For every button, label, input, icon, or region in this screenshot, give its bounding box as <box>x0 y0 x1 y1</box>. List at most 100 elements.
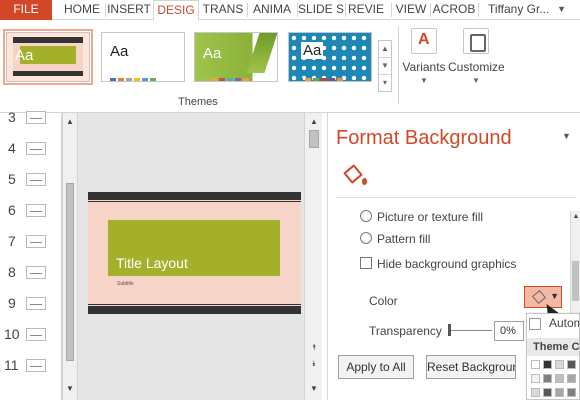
slide-number: 4 <box>8 140 16 156</box>
paint-bucket-icon <box>531 289 547 305</box>
tab-separator <box>430 3 431 17</box>
slide-thumbnail[interactable]: 9 <box>4 293 62 313</box>
thumbnails-scrollbar[interactable]: ▲ ▼ <box>62 113 78 400</box>
color-swatch[interactable] <box>543 388 552 397</box>
slide-top-bar <box>88 192 301 200</box>
slide-thumbnail[interactable]: 6 <box>4 200 62 220</box>
customize-icon <box>463 28 489 54</box>
automatic-color-option[interactable]: Autom <box>549 316 579 330</box>
transparency-label: Transparency <box>369 324 442 338</box>
transparency-input[interactable]: 0% <box>494 321 524 341</box>
slide-mini-preview <box>26 204 46 217</box>
theme-sample-text: Aa <box>203 45 222 62</box>
scroll-up-icon[interactable]: ▲ <box>307 115 321 129</box>
slide-subtitle: Subtitle <box>117 281 134 287</box>
automatic-color-swatch[interactable] <box>529 318 541 330</box>
scrollbar-thumb[interactable] <box>572 261 579 301</box>
color-swatch[interactable] <box>567 388 576 397</box>
scroll-down-icon[interactable]: ▼ <box>307 382 321 396</box>
current-slide[interactable]: Title Layout Subtitle <box>88 192 301 314</box>
user-account[interactable]: Tiffany Gr... ▼ <box>480 0 580 20</box>
pattern-fill-radio[interactable] <box>360 232 372 244</box>
color-swatch[interactable] <box>531 388 540 397</box>
tab-design[interactable]: DESIG <box>153 0 199 21</box>
tab-view[interactable]: VIEW <box>394 0 428 20</box>
tab-review[interactable]: REVIE <box>346 0 386 20</box>
color-swatch[interactable] <box>555 360 564 369</box>
theme-colors-header: Theme C <box>527 338 579 356</box>
color-swatch[interactable] <box>555 374 564 383</box>
hide-background-graphics-label[interactable]: Hide background graphics <box>377 257 516 271</box>
variants-button[interactable]: Variants ▼ <box>396 26 452 92</box>
slide-number: 8 <box>8 264 16 280</box>
slide-thumbnail[interactable]: 10 <box>4 324 62 344</box>
theme-thumbnail-3[interactable]: Aa <box>194 32 278 82</box>
tab-separator <box>391 3 392 17</box>
picture-fill-radio[interactable] <box>360 210 372 222</box>
slide-bottom-bar <box>88 306 301 314</box>
hide-background-graphics-checkbox[interactable] <box>360 257 372 269</box>
fill-icon[interactable] <box>342 163 368 189</box>
theme-color-swatches <box>297 72 345 81</box>
chevron-down-icon: ▼ <box>550 291 559 301</box>
color-swatch[interactable] <box>567 374 576 383</box>
tab-home[interactable]: HOME <box>60 0 104 20</box>
slide-mini-preview <box>26 359 46 372</box>
tab-file[interactable]: FILE <box>0 0 52 20</box>
color-swatch[interactable] <box>567 360 576 369</box>
transparency-slider[interactable] <box>448 330 492 331</box>
canvas-scrollbar[interactable]: ▲ ⯭ ⯯ ▼ <box>304 113 322 400</box>
scrollbar-thumb[interactable] <box>66 183 74 361</box>
color-swatch[interactable] <box>531 360 540 369</box>
scroll-up-icon[interactable]: ▲ <box>63 115 77 129</box>
color-label: Color <box>369 294 398 308</box>
slide-thumbnail[interactable]: 4 <box>4 138 62 158</box>
slide-thumbnail[interactable]: 8 <box>4 262 62 282</box>
slide-top-line <box>88 201 301 202</box>
slide-mini-preview <box>26 111 46 124</box>
color-swatch[interactable] <box>543 374 552 383</box>
scrollbar-thumb[interactable] <box>309 130 319 148</box>
tab-slide-show[interactable]: SLIDE S <box>298 0 344 20</box>
previous-slide-icon[interactable]: ⯭ <box>307 341 321 355</box>
tab-animations[interactable]: ANIMA <box>248 0 296 20</box>
theme-thumbnail-1[interactable]: Aa <box>3 29 93 85</box>
slide-number: 3 <box>8 109 16 125</box>
slide-thumbnail[interactable]: 5 <box>4 169 62 189</box>
scroll-up-icon[interactable]: ▲ <box>571 211 580 223</box>
gallery-more-icon[interactable]: ▾ <box>379 75 391 92</box>
scroll-down-icon[interactable]: ▼ <box>63 382 77 396</box>
user-name: Tiffany Gr... <box>488 2 550 16</box>
color-swatch[interactable] <box>543 360 552 369</box>
pattern-fill-label[interactable]: Pattern fill <box>377 232 430 246</box>
slide-thumbnail[interactable]: 7 <box>4 231 62 251</box>
color-swatch[interactable] <box>555 388 564 397</box>
transparency-slider-thumb[interactable] <box>448 324 451 336</box>
pane-options-icon[interactable]: ▼ <box>562 131 571 141</box>
chevron-down-icon: ▼ <box>557 4 566 14</box>
slide-mini-preview <box>26 173 46 186</box>
apply-to-all-button[interactable]: Apply to All <box>338 355 414 379</box>
reset-background-button[interactable]: Reset Background <box>426 355 516 379</box>
slide-mini-preview <box>26 235 46 248</box>
tab-insert[interactable]: INSERT <box>106 0 152 20</box>
theme-thumbnail-2[interactable]: Aa <box>101 32 185 82</box>
slide-number: 10 <box>4 326 20 342</box>
customize-button[interactable]: Customize ▼ <box>448 26 505 92</box>
slide-thumbnail[interactable]: 11 <box>4 355 62 375</box>
theme-color-swatches <box>110 72 158 81</box>
scroll-down-icon[interactable]: ▼ <box>379 58 391 75</box>
slide-number: 11 <box>4 357 19 373</box>
slide-thumbnail[interactable]: 3 <box>4 107 62 127</box>
tab-acrobat[interactable]: ACROB <box>432 0 476 20</box>
theme-thumbnail-4[interactable]: Aa <box>288 32 372 82</box>
tab-transitions[interactable]: TRANS <box>200 0 246 20</box>
theme-bar <box>13 71 83 76</box>
color-swatch[interactable] <box>531 374 540 383</box>
themes-gallery: Aa Aa Aa Aa ▲ ▼ ▾ <box>2 28 392 102</box>
scroll-up-icon[interactable]: ▲ <box>379 41 391 58</box>
next-slide-icon[interactable]: ⯯ <box>307 357 321 371</box>
pattern-fill-text: Pattern fill <box>377 232 431 246</box>
picture-fill-label[interactable]: Picture or texture fill <box>377 210 483 224</box>
theme-sample-text: Aa <box>15 47 34 64</box>
